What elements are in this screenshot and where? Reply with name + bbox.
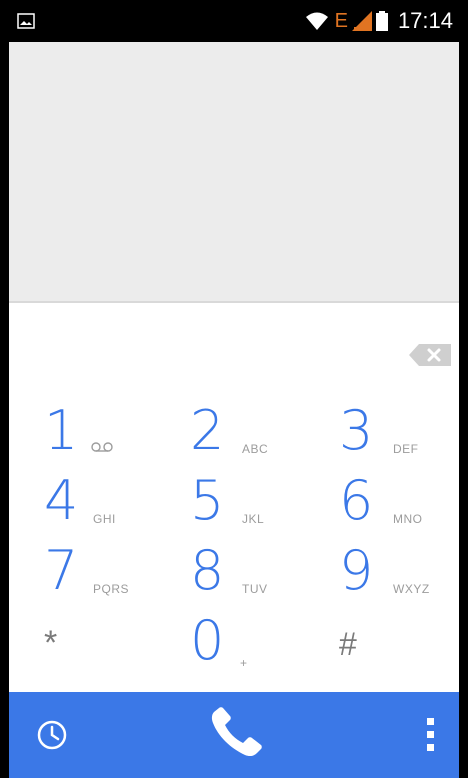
key-digit: 6 (339, 469, 374, 532)
overflow-menu-icon[interactable] (427, 718, 435, 752)
key-star[interactable]: * (44, 610, 184, 680)
key-1[interactable]: 1 (44, 400, 184, 470)
key-0[interactable]: 0 + (190, 610, 330, 680)
key-digit: 4 (44, 469, 79, 532)
key-digit: 8 (190, 539, 225, 602)
key-7[interactable]: 7 PQRS (44, 540, 184, 610)
key-digit: # (339, 626, 357, 662)
number-display[interactable] (9, 42, 459, 303)
backspace-icon[interactable] (409, 344, 451, 366)
key-digit: 9 (339, 539, 374, 602)
key-2[interactable]: 2 ABC (190, 400, 330, 470)
signal-icon (351, 11, 372, 31)
key-digit: 7 (44, 539, 79, 602)
key-digit: 2 (190, 399, 225, 462)
key-6[interactable]: 6 MNO (339, 470, 459, 540)
key-4[interactable]: 4 GHI (44, 470, 184, 540)
key-digit: 3 (339, 399, 374, 462)
call-icon[interactable] (208, 706, 268, 762)
key-letters: + (240, 656, 248, 670)
history-icon[interactable] (34, 717, 70, 753)
gallery-icon (17, 13, 35, 29)
key-letters: JKL (242, 512, 265, 526)
key-letters: DEF (393, 442, 419, 456)
key-letters: MNO (393, 512, 423, 526)
key-digit: 1 (44, 399, 79, 462)
key-letters: TUV (242, 582, 268, 596)
voicemail-icon (91, 442, 113, 452)
key-8[interactable]: 8 TUV (190, 540, 330, 610)
key-9[interactable]: 9 WXYZ (339, 540, 459, 610)
key-digit: * (44, 624, 58, 662)
key-letters: WXYZ (393, 582, 430, 596)
key-digit: 5 (190, 469, 225, 532)
key-hash[interactable]: # (339, 610, 459, 680)
key-letters: GHI (93, 512, 116, 526)
bottom-action-bar (9, 692, 459, 778)
battery-icon (375, 11, 388, 31)
key-3[interactable]: 3 DEF (339, 400, 459, 470)
key-letters: PQRS (93, 582, 130, 596)
key-digit: 0 (190, 609, 225, 672)
dialer-screen: E 17:14 1 2 ABC 3 DEF 4 GHI 5 JKL 6 MNO … (9, 0, 459, 778)
status-bar: E 17:14 (9, 0, 459, 42)
wifi-icon (305, 12, 328, 30)
key-letters: ABC (242, 442, 269, 456)
network-type-label: E (334, 10, 348, 32)
clock: 17:14 (397, 8, 453, 33)
key-5[interactable]: 5 JKL (190, 470, 330, 540)
status-icons: E 17:14 (305, 6, 453, 36)
